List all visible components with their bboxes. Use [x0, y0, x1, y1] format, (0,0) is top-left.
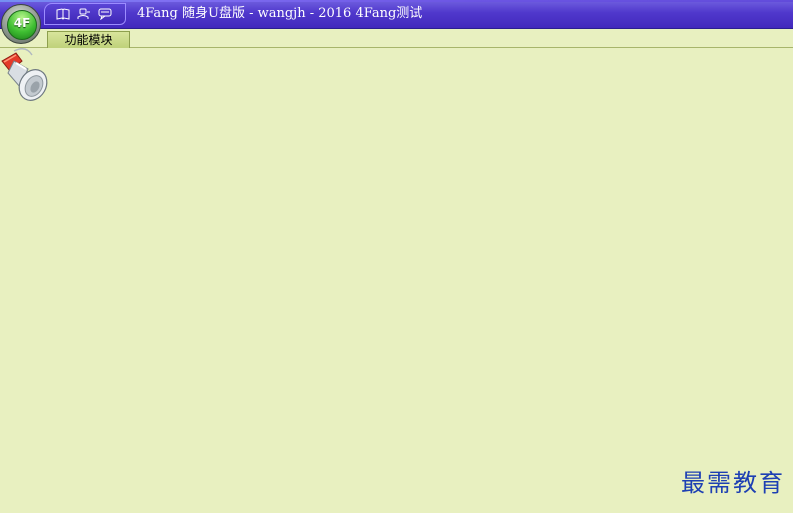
app-window: 4Fang 随身U盘版 - wangjh - 2016 4Fang测试 4F 功… — [0, 0, 793, 513]
chat-icon[interactable] — [97, 6, 113, 22]
user-icon[interactable] — [76, 6, 92, 22]
quick-access-toolbar — [44, 3, 126, 25]
megaphone-icon[interactable] — [0, 47, 50, 104]
tab-function-modules[interactable]: 功能模块 — [47, 31, 130, 48]
app-menu-orb[interactable]: 4F — [1, 4, 41, 44]
ribbon-tab-row: 功能模块 — [0, 29, 793, 48]
title-bar: 4Fang 随身U盘版 - wangjh - 2016 4Fang测试 — [0, 0, 793, 29]
window-title: 4Fang 随身U盘版 - wangjh - 2016 4Fang测试 — [137, 6, 423, 21]
book-icon[interactable] — [55, 6, 71, 22]
title-bar-highlight — [0, 0, 793, 2]
app-logo-icon: 4F — [7, 10, 37, 40]
watermark-text: 最需教育 — [681, 469, 785, 497]
app-logo-label: 4F — [13, 16, 31, 30]
